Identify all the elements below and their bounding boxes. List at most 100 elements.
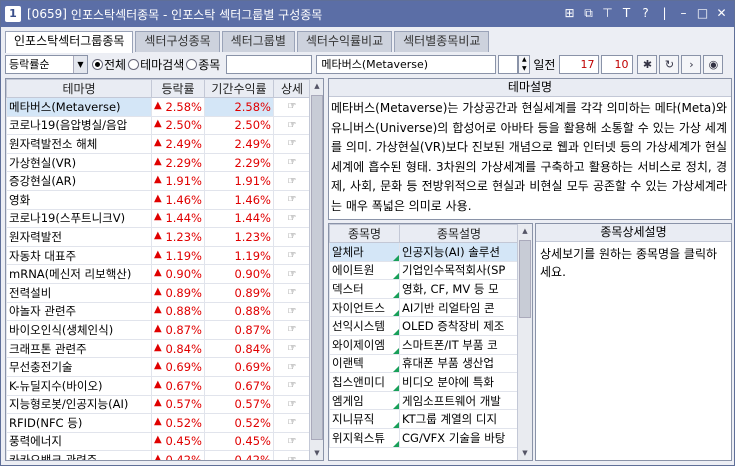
table-row[interactable]: K-뉴딜지수(바이오)0.67%0.67%☞ [6,375,311,396]
font-size-icon[interactable]: T [618,5,635,22]
theme-name[interactable]: 크래프톤 관련주 [6,338,152,359]
link-icon[interactable]: ⊞ [561,5,578,22]
detail-icon[interactable]: ☞ [273,450,311,460]
stock-name[interactable]: 덱스터 [329,279,400,299]
radio-theme-search[interactable]: 테마검색 [128,56,184,73]
theme-name[interactable]: 바이오인식(생체인식) [6,320,152,340]
table-row[interactable]: 무선충전기술0.69%0.69%☞ [6,357,311,377]
table-row[interactable]: 코로나19(스푸트니크V)1.44%1.44%☞ [6,208,311,229]
col-change[interactable]: 등락률 [151,79,205,98]
radio-theme-dot[interactable] [128,58,140,70]
detail-icon[interactable]: ☞ [273,320,311,340]
theme-name[interactable]: 원자력발전소 해체 [6,134,152,154]
theme-table-scrollbar[interactable]: ▲ ▼ [309,79,323,460]
theme-name-field[interactable]: 메타버스(Metaverse) [316,54,497,74]
theme-name[interactable]: 가상현실(VR) [6,152,152,173]
table-row[interactable]: 이랜텍 휴대폰 부품 생산업 [329,353,519,374]
col-stock-desc[interactable]: 종목설명 [399,224,519,243]
col-detail[interactable]: 상세 [273,79,311,98]
theme-name[interactable]: 자동차 대표주 [6,245,152,266]
table-row[interactable]: 알체라 인공지능(AI) 솔루션 [329,242,519,262]
stock-name[interactable]: 위지윅스튜 [329,427,400,448]
period-unit-field[interactable] [498,54,519,74]
detail-icon[interactable]: ☞ [273,394,311,415]
stock-name[interactable]: 이랜텍 [329,353,400,374]
detail-icon[interactable]: ☞ [273,431,311,452]
theme-name[interactable]: 영화 [6,189,152,210]
table-row[interactable]: RFID(NFC 등)0.52%0.52%☞ [6,413,311,433]
theme-name[interactable]: 코로나19(음압병실/음압 [6,115,152,136]
tab-sector-stock-compare[interactable]: 섹터별종목비교 [394,31,490,52]
stock-table-scrollbar[interactable]: ▲ ▼ [517,224,532,460]
table-row[interactable]: 선익시스템 OLED 증착장비 제조 [329,316,519,336]
broadcast-button[interactable]: ◉ [703,54,724,74]
stock-name[interactable]: 자이언트스 [329,297,400,318]
detail-icon[interactable]: ☞ [273,189,311,210]
theme-name[interactable]: K-뉴딜지수(바이오) [6,375,152,396]
period-from-field[interactable]: 17 [559,54,600,74]
table-row[interactable]: 자동차 대표주1.19%1.19%☞ [6,245,311,266]
stock-name[interactable]: 에이트원 [329,260,400,281]
detail-icon[interactable]: ☞ [273,375,311,396]
scroll-down-icon[interactable]: ▼ [310,446,323,460]
tab-sector-stocks[interactable]: 섹터구성종목 [135,31,220,52]
scroll-up-icon[interactable]: ▲ [518,224,532,238]
table-row[interactable]: 풍력에너지0.45%0.45%☞ [6,431,311,452]
col-stock-name[interactable]: 종목명 [329,224,400,243]
pin-icon[interactable]: ⊤ [599,5,616,22]
table-row[interactable]: 영화1.46%1.46%☞ [6,189,311,210]
radio-stock[interactable]: 종목 [186,56,220,73]
refresh-button[interactable]: ↻ [659,54,680,74]
tab-sector-return-compare[interactable]: 섹터수익률비교 [296,31,393,52]
detail-icon[interactable]: ☞ [273,134,311,154]
detail-icon[interactable]: ☞ [273,227,311,247]
minimize-icon[interactable]: – [675,5,692,22]
theme-name[interactable]: 카카오뱅크 관련주 [6,450,152,460]
table-row[interactable]: 칩스앤미디 비디오 분야에 특화 [329,372,519,392]
col-period-return[interactable]: 기간수익률 [204,79,274,98]
detail-icon[interactable]: ☞ [273,245,311,266]
detail-icon[interactable]: ☞ [273,264,311,284]
table-row[interactable]: 증강현실(AR)1.91%1.91%☞ [6,171,311,191]
tab-sector-group[interactable]: 섹터그룹별 [221,31,295,52]
table-row[interactable]: 에이트원 기업인수목적회사(SP [329,260,519,281]
table-row[interactable]: 와이제이엠 스마트폰/IT 부품 코 [329,334,519,355]
theme-name[interactable]: 전력설비 [6,282,152,303]
theme-name[interactable]: 메타버스(Metaverse) [6,97,152,117]
next-button[interactable]: › [681,54,702,74]
detail-icon[interactable]: ☞ [273,357,311,377]
theme-name[interactable]: 원자력발전 [6,227,152,247]
table-row[interactable]: 코로나19(음압병실/음압2.50%2.50%☞ [6,115,311,136]
period-stepper[interactable]: ▲ ▼ [518,54,531,74]
table-row[interactable]: 지능형로봇/인공지능(AI)0.57%0.57%☞ [6,394,311,415]
restore-icon[interactable]: ⧉ [580,5,597,22]
apply-button[interactable]: ✱ [637,54,658,74]
table-row[interactable]: 위지윅스튜 CG/VFX 기술을 바탕 [329,427,519,448]
detail-icon[interactable]: ☞ [273,338,311,359]
table-row[interactable]: 전력설비0.89%0.89%☞ [6,282,311,303]
stock-search-input[interactable] [226,54,313,74]
scroll-thumb[interactable] [311,95,323,440]
theme-name[interactable]: 증강현실(AR) [6,171,152,191]
table-row[interactable]: mRNA(메신저 리보핵산)0.90%0.90%☞ [6,264,311,284]
detail-icon[interactable]: ☞ [273,115,311,136]
table-row[interactable]: 원자력발전1.23%1.23%☞ [6,227,311,247]
detail-icon[interactable]: ☞ [273,282,311,303]
stock-name[interactable]: 선익시스템 [329,316,400,336]
maximize-icon[interactable]: □ [694,5,711,22]
stock-name[interactable]: 와이제이엠 [329,334,400,355]
table-row[interactable]: 지니뮤직 KT그룹 계열의 디지 [329,409,519,429]
table-row[interactable]: 카카오뱅크 관련주0.42%0.42%☞ [6,450,311,460]
theme-name[interactable]: 무선충전기술 [6,357,152,377]
sort-select[interactable]: 등락률순 ▼ [5,54,88,74]
theme-name[interactable]: 코로나19(스푸트니크V) [6,208,152,229]
theme-name[interactable]: 지능형로봇/인공지능(AI) [6,394,152,415]
table-row[interactable]: 엠게임 게임소프트웨어 개발 [329,390,519,411]
detail-icon[interactable]: ☞ [273,301,311,322]
radio-all[interactable]: 전체 [92,56,126,73]
table-row[interactable]: 자이언트스 AI기반 리얼타임 콘 [329,297,519,318]
table-row[interactable]: 크래프톤 관련주0.84%0.84%☞ [6,338,311,359]
table-row[interactable]: 야놀자 관련주0.88%0.88%☞ [6,301,311,322]
table-row[interactable]: 가상현실(VR)2.29%2.29%☞ [6,152,311,173]
radio-stock-dot[interactable] [186,58,198,70]
